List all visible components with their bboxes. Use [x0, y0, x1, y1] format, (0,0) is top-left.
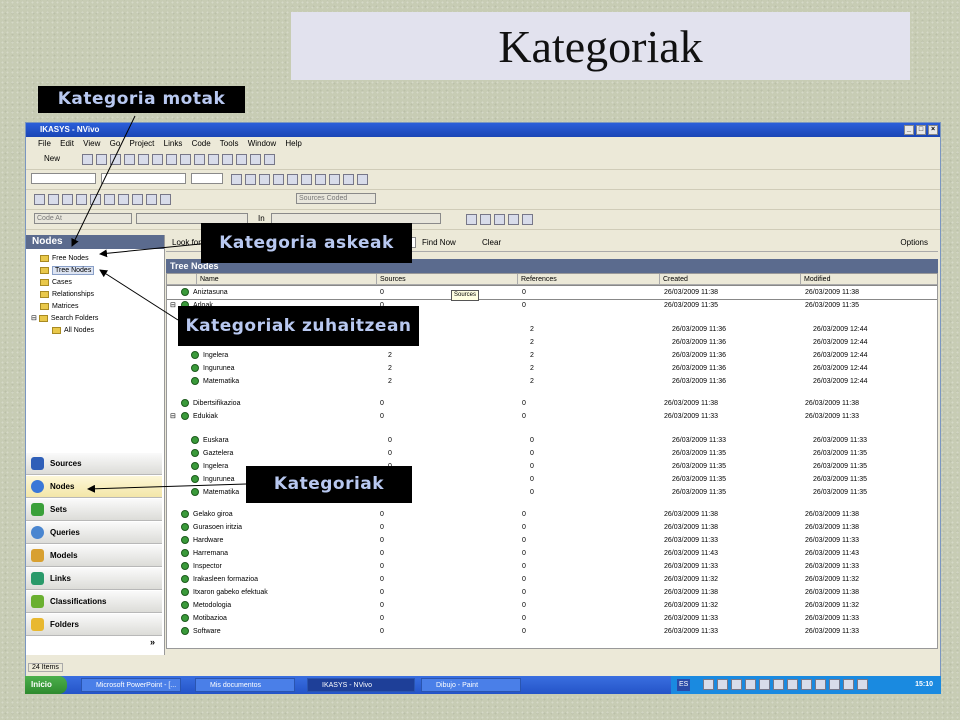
callout-kategoria-motak: Kategoria motak	[38, 86, 245, 113]
callout-kategoriak-zuhaitzean: Kategoriak zuhaitzean	[178, 306, 419, 346]
callout-kategoria-askeak: Kategoria askeak	[201, 223, 412, 263]
arrow-types	[71, 115, 136, 247]
arrow-free	[99, 242, 211, 258]
arrow-tree	[99, 269, 179, 321]
arrow-cats	[87, 483, 247, 493]
callout-kategoriak: Kategoriak	[246, 466, 412, 503]
